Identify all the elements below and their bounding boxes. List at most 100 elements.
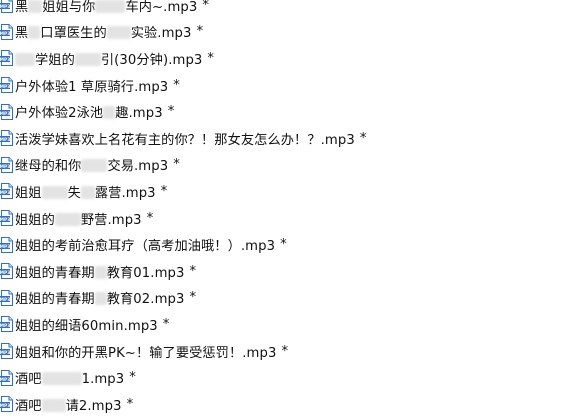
file-list-item[interactable]: MP3 黑口罩医生的 实验.mp3 * [0,19,571,46]
mp3-file-icon: MP3 [0,77,13,94]
file-name-text: 姐姐的 [15,212,55,228]
file-name-text: 野营.mp3 [80,212,142,228]
file-name: 黑姐姐与你 车内~.mp3 [15,0,197,15]
file-list-item[interactable]: MP3 继母的和你 交易.mp3 * [0,152,571,179]
file-list-item[interactable]: MP3 学姐的 引(30分钟).mp3 * [0,45,571,72]
modified-marker: * [281,343,289,359]
svg-text:MP3: MP3 [0,244,10,250]
redacted-text [41,372,82,386]
svg-text:MP3: MP3 [0,270,10,276]
mp3-file-icon: MP3 [0,210,13,227]
redacted-text [95,0,126,13]
file-list-item[interactable]: MP3 姐姐的青春期 教育01.mp3 * [0,258,571,285]
file-name-text: 姐姐的考前治愈耳疗（高考加油哦！）.mp3 [15,239,276,255]
file-name: 姐姐的青春期 教育01.mp3 [15,262,185,281]
modified-marker: * [196,24,204,40]
file-name: 继母的和你 交易.mp3 [15,155,168,174]
mp3-file-icon: MP3 [0,23,13,40]
mp3-file-icon: MP3 [0,316,13,333]
file-name-text: 继母的和你 [15,159,82,175]
modified-marker: * [173,77,180,93]
file-name-text: 1.mp3 [81,372,125,388]
modified-marker: * [129,370,136,386]
redacted-text [94,292,107,306]
file-name-text: 户外体验1 草原骑行.mp3 [15,79,169,95]
modified-marker: * [173,157,180,173]
file-list-item[interactable]: MP3 姐姐的考前治愈耳疗（高考加油哦！）.mp3 * [0,231,571,258]
file-name-text: 姐姐的细语60min.mp3 [15,318,158,334]
file-name: 姐姐的细语60min.mp3 [15,315,158,334]
svg-text:MP3: MP3 [0,84,10,90]
redacted-text [15,52,35,66]
redacted-text [28,0,43,13]
file-name-text: 口罩医生的 [40,26,107,42]
file-list-item[interactable]: MP3 户外体验2泳池 趣.mp3 * [0,98,571,125]
svg-text:MP3: MP3 [0,31,10,37]
file-name: 户外体验1 草原骑行.mp3 [15,76,168,95]
redacted-text [81,159,108,173]
redacted-text [94,265,107,279]
file-name: 酒吧 1.mp3 [15,368,124,387]
file-name-text: 姐姐 [15,185,42,201]
mp3-file-icon: MP3 [0,369,13,386]
svg-text:MP3: MP3 [0,190,10,196]
svg-text:MP3: MP3 [0,323,10,329]
file-name: 活泼学妹喜欢上名花有主的你？！那女友怎么办！？.mp3 [15,129,355,148]
file-name-text: 引(30分钟).mp3 [100,52,203,68]
file-name: 姐姐的考前治愈耳疗（高考加油哦！）.mp3 [15,235,275,254]
file-name-text: 交易.mp3 [107,159,169,175]
file-list-item[interactable]: MP3 姐姐的青春期 教育02.mp3 * [0,285,571,312]
mp3-file-icon: MP3 [0,103,13,120]
file-list-item[interactable]: MP3 酒吧 请2.mp3 * [0,391,571,418]
file-name-text: 失 [67,185,81,201]
svg-text:MP3: MP3 [0,164,10,170]
file-name-text: 姐姐与你 [42,0,96,15]
file-name-text: 活泼学妹喜欢上名花有主的你？！那女友怎么办！？.mp3 [15,132,355,148]
modified-marker: * [126,396,134,412]
redacted-text [74,52,101,66]
file-name: 学姐的 引(30分钟).mp3 [15,49,202,68]
file-name: 姐姐的 野营.mp3 [15,209,142,228]
modified-marker: * [189,290,197,306]
svg-text:MP3: MP3 [0,377,10,383]
svg-text:MP3: MP3 [0,350,10,356]
file-list-item[interactable]: MP3 姐姐和你的开黑PK~！输了要受惩罚！.mp3 * [0,338,571,365]
file-name: 姐姐 失露营.mp3 [15,182,156,201]
svg-text:MP3: MP3 [0,403,10,409]
mp3-file-icon: MP3 [0,183,13,200]
modified-marker: * [189,263,197,279]
mp3-file-icon: MP3 [0,343,13,360]
mp3-file-icon: MP3 [0,156,13,173]
file-list-item[interactable]: MP3 姐姐 失露营.mp3 * [0,178,571,205]
modified-marker: * [207,50,215,66]
file-name-text: 请2.mp3 [65,398,122,414]
redacted-text [80,185,95,199]
file-list-item[interactable]: MP3 酒吧 1.mp3 * [0,364,571,391]
modified-marker: * [146,210,154,226]
redacted-text [54,212,81,226]
file-list-item[interactable]: MP3 姐姐的细语60min.mp3 * [0,311,571,338]
file-list-item[interactable]: MP3 黑姐姐与你 车内~.mp3 * [0,0,571,19]
file-name-text: 学姐的 [35,52,75,68]
file-list-item[interactable]: MP3 活泼学妹喜欢上名花有主的你？！那女友怎么办！？.mp3 * [0,125,571,152]
mp3-file-icon: MP3 [0,396,13,413]
mp3-file-icon: MP3 [0,50,13,67]
file-name: 黑口罩医生的 实验.mp3 [15,22,192,41]
file-name: 姐姐的青春期 教育02.mp3 [15,288,185,307]
file-list: MP3 黑姐姐与你 车内~.mp3 * MP3 黑口罩医生的 实验.mp3 * MP3 学姐的 引(… [0,0,571,418]
file-list-item[interactable]: MP3 户外体验1 草原骑行.mp3 * [0,72,571,99]
modified-marker: * [162,316,170,332]
redacted-text [28,26,41,40]
file-name-text: 实验.mp3 [130,26,192,42]
file-name-text: 趣.mp3 [115,106,163,122]
svg-text:MP3: MP3 [0,137,10,143]
file-name-text: 露营.mp3 [94,185,156,201]
file-list-item[interactable]: MP3 姐姐的 野营.mp3 * [0,205,571,232]
redacted-text [103,106,116,120]
file-name-text: 车内~.mp3 [125,0,198,15]
modified-marker: * [359,130,367,146]
mp3-file-icon: MP3 [0,0,13,14]
modified-marker: * [160,183,168,199]
modified-marker: * [167,104,175,120]
file-name-text: 酒吧 [15,372,42,388]
